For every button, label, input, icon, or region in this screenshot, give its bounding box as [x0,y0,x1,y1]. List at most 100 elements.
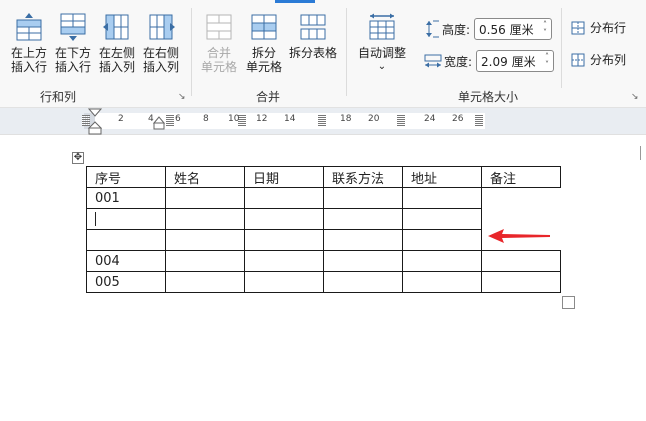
merge-cells-button[interactable]: 合并 单元格 [198,12,240,74]
table-cell[interactable] [402,250,482,272]
document-page[interactable]: ✥ 序号 姓名 日期 联系方法 地址 备注 001 004 005 [0,136,646,421]
table-header-row: 序号 姓名 日期 联系方法 地址 备注 [86,166,561,188]
annotation-arrow-icon [488,229,550,243]
table-header-cell[interactable]: 姓名 [165,166,245,188]
merge-cells-label: 合并 [206,46,231,60]
ruler-column-marker[interactable] [318,115,326,126]
distribute-cols-button[interactable]: 分布列 [570,52,626,68]
table-cell[interactable] [165,187,245,209]
table-cell[interactable]: 001 [86,187,166,209]
insert-col-left-button[interactable]: 在左侧 插入列 [96,12,138,74]
hanging-indent-icon[interactable] [153,116,165,134]
table-cell[interactable] [481,271,561,293]
ruler-tick: 26 [452,114,464,124]
table-cell[interactable] [402,187,482,209]
table-header-cell[interactable]: 日期 [244,166,324,188]
group-divider [561,8,562,88]
group-divider [346,8,347,96]
split-cells-button[interactable]: 拆分 单元格 [242,12,286,74]
ruler-column-marker[interactable] [397,115,405,126]
ruler-tick: 6 [175,114,181,124]
autofit-icon [369,13,395,40]
table-cell[interactable] [402,271,482,293]
insert-col-right-label-2: 插入列 [142,60,179,74]
insert-row-below-button[interactable]: 在下方 插入行 [52,12,94,74]
spinner-arrows-icon[interactable]: ˄ ˅ [545,53,549,69]
ruler-tick: 12 [256,114,268,124]
row-height-icon [426,20,439,38]
height-spinner[interactable]: 0.56 厘米 ˄ ˅ [474,18,553,40]
table-cell[interactable] [165,208,245,230]
split-cells-label-2: 单元格 [245,60,282,74]
table-header-cell[interactable]: 备注 [481,166,561,188]
insert-col-left-label: 在左侧 [98,46,135,60]
table-header-cell[interactable]: 地址 [402,166,482,188]
ruler-column-marker[interactable] [82,115,90,126]
height-value: 0.56 厘米 [479,22,534,37]
group-divider [191,8,192,96]
spinner-arrows-icon[interactable]: ˄ ˅ [543,21,547,37]
width-spinner[interactable]: 2.09 厘米 ˄ ˅ [476,50,555,72]
ruler-tick: 20 [368,114,380,124]
ruler-tick: 10 [228,114,240,124]
rows-cols-launcher-icon[interactable]: ↘ [178,92,186,102]
page-corner-mark [640,146,641,160]
table-cell[interactable] [244,250,324,272]
ruler-tick: 8 [203,114,209,124]
table-cell[interactable] [165,271,245,293]
col-width-icon [424,54,442,68]
table-cell[interactable] [323,208,403,230]
insert-col-right-button[interactable]: 在右侧 插入列 [140,12,182,74]
cell-size-launcher-icon[interactable]: ↘ [631,92,639,102]
table-cell[interactable]: 005 [86,271,166,293]
width-field: 宽度: 2.09 厘米 ˄ ˅ [424,50,555,72]
insert-col-left-icon [103,14,129,40]
table-header-cell[interactable]: 联系方法 [323,166,403,188]
table-move-handle-icon[interactable]: ✥ [72,152,84,164]
ruler-column-marker[interactable] [166,115,174,126]
distribute-rows-icon [571,21,585,35]
active-tab-indicator [275,0,315,3]
table-cell[interactable] [86,229,166,251]
table-resize-handle[interactable] [562,296,575,309]
merge-group-label: 合并 [256,90,281,104]
table-cell[interactable] [402,229,482,251]
ruler-tick: 4 [148,114,154,124]
insert-col-right-label: 在右侧 [142,46,179,60]
insert-row-below-label: 在下方 [54,46,91,60]
distribute-rows-button[interactable]: 分布行 [570,20,626,36]
ruler-column-marker[interactable] [475,115,483,126]
table-cell[interactable] [323,187,403,209]
ruler-tick: 24 [424,114,436,124]
insert-row-above-label: 在上方 [10,46,47,60]
table-cell[interactable] [323,250,403,272]
indent-marker-icon[interactable] [88,108,102,135]
insert-row-above-button[interactable]: 在上方 插入行 [8,12,50,74]
horizontal-ruler[interactable]: 2 4 6 8 10 12 14 16 18 20 22 24 26 [0,108,646,135]
table-cell[interactable] [244,271,324,293]
insert-col-right-icon [149,14,175,40]
table-cell[interactable] [244,208,324,230]
table-cell[interactable] [244,229,324,251]
autofit-label: 自动调整 [357,46,406,60]
table-cell[interactable] [323,229,403,251]
table-header-cell[interactable]: 序号 [86,166,166,188]
table-cell[interactable] [481,250,561,272]
table-cell[interactable] [402,208,482,230]
table-cell[interactable] [86,208,166,230]
ruler-tick: 18 [340,114,352,124]
table-cell[interactable] [165,229,245,251]
width-value: 2.09 厘米 [481,54,536,69]
merge-cells-label-2: 单元格 [200,60,237,74]
split-table-button[interactable]: 拆分表格 [287,12,339,60]
autofit-button[interactable]: 自动调整 ⌄ [354,12,410,74]
table-cell[interactable] [323,271,403,293]
table-row: 005 [86,271,561,293]
distribute-cols-icon [571,53,585,67]
cell-size-group-label: 单元格大小 [458,90,519,104]
table-cell[interactable] [244,187,324,209]
table-cell[interactable]: 004 [86,250,166,272]
insert-col-left-label-2: 插入列 [98,60,135,74]
table-cell[interactable] [165,250,245,272]
text-cursor [95,212,96,226]
